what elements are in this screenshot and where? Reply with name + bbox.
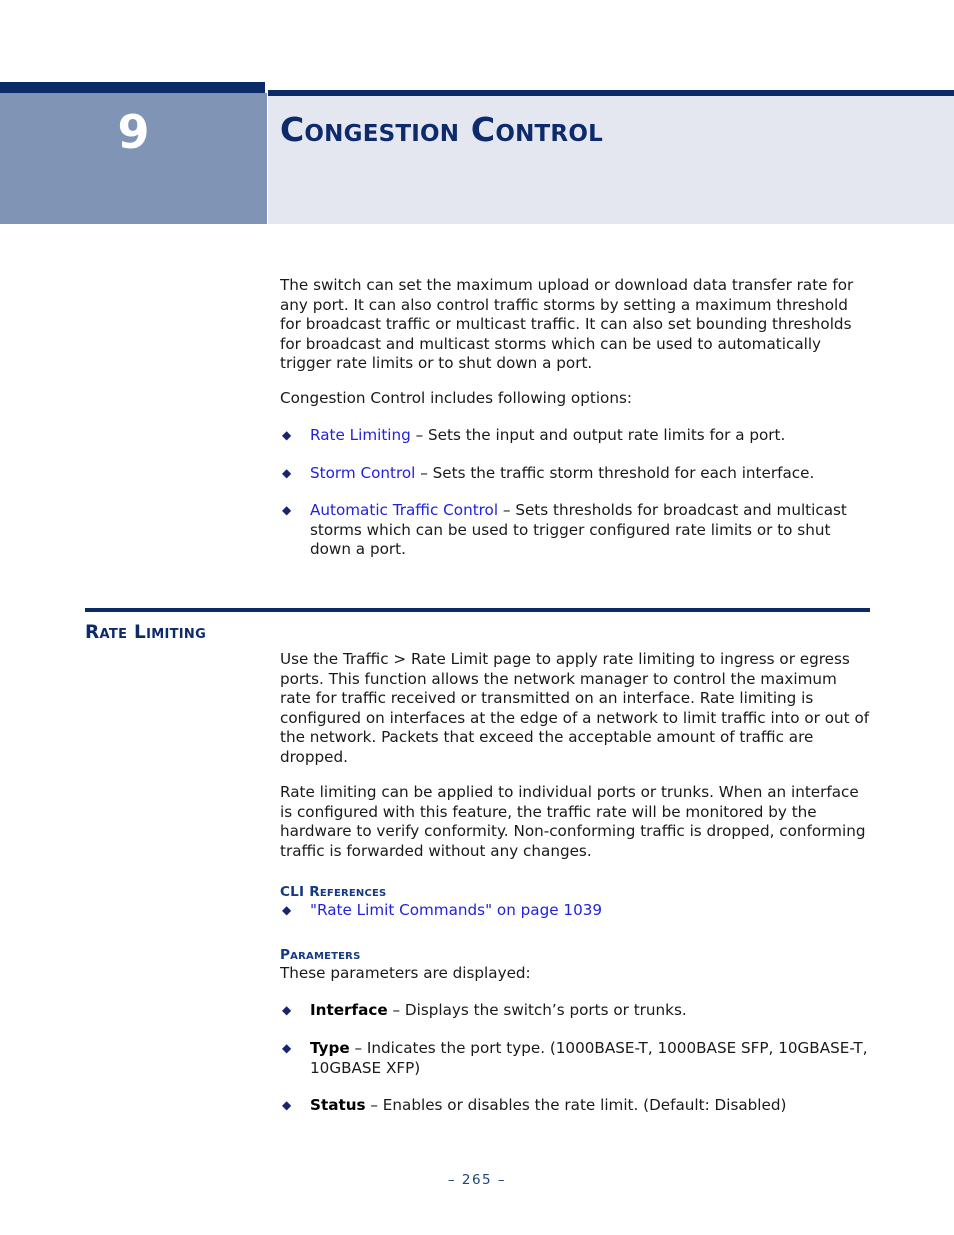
intro-paragraph-2: Congestion Control includes following op… [280,389,632,407]
parameters-intro: These parameters are displayed: [280,964,531,982]
list-item: ◆ Storm Control – Sets the traffic storm… [280,464,870,484]
list-item: ◆ Type – Indicates the port type. (1000B… [280,1039,870,1078]
list-item: ◆ Status – Enables or disables the rate … [280,1096,870,1116]
list-item: ◆ "Rate Limit Commands" on page 1039 [280,901,870,921]
intro-paragraph-2-container: Congestion Control includes following op… [280,389,870,409]
parameters-intro-container: These parameters are displayed: [280,964,870,984]
section-paragraph-2: Rate limiting can be applied to individu… [280,783,866,860]
parameter-term: Status [310,1096,366,1114]
chapter-header: 9 Congestion Control [0,82,954,224]
list-item: ◆ Rate Limiting – Sets the input and out… [280,426,870,446]
diamond-bullet-icon: ◆ [282,1041,292,1055]
parameter-description: – Enables or disables the rate limit. (D… [365,1096,787,1114]
section-heading-rate-limiting: Rate Limiting [85,622,207,643]
link-automatic-traffic-control[interactable]: Automatic Traffic Control [310,501,498,519]
parameter-item-status: ◆ Status – Enables or disables the rate … [280,1096,870,1116]
cli-references-list: ◆ "Rate Limit Commands" on page 1039 [280,901,870,921]
page-number: – 265 – [447,1172,507,1188]
header-rule-left [0,82,265,93]
link-rate-limiting[interactable]: Rate Limiting [310,426,411,444]
congestion-options-list-item-3: ◆ Automatic Traffic Control – Sets thres… [280,501,870,560]
chapter-title-box: Congestion Control [268,96,954,224]
section-paragraph-2-container: Rate limiting can be applied to individu… [280,783,870,861]
parameter-description: – Displays the switch’s ports or trunks. [387,1001,687,1019]
link-storm-control[interactable]: Storm Control [310,464,415,482]
link-rate-limit-commands[interactable]: "Rate Limit Commands" on page 1039 [310,901,602,919]
congestion-options-list-item-2: ◆ Storm Control – Sets the traffic storm… [280,464,870,484]
diamond-bullet-icon: ◆ [282,466,292,480]
section-divider-rule [85,608,870,612]
page-title: Congestion Control [280,110,603,149]
parameter-description: – Indicates the port type. (1000BASE-T, … [310,1039,868,1077]
parameter-term: Type [310,1039,350,1057]
intro-paragraph-1: The switch can set the maximum upload or… [280,276,854,373]
section-paragraph-1-container: Use the Traffic > Rate Limit page to app… [280,650,870,768]
parameter-item-type: ◆ Type – Indicates the port type. (1000B… [280,1039,870,1078]
intro-paragraph-1-container: The switch can set the maximum upload or… [280,276,870,374]
parameter-item-interface: ◆ Interface – Displays the switch’s port… [280,1001,870,1021]
section-paragraph-1: Use the Traffic > Rate Limit page to app… [280,650,870,766]
parameter-term: Interface [310,1001,388,1019]
list-item-description: – Sets the input and output rate limits … [410,426,786,444]
page-footer: – 265 – [0,1172,954,1188]
diamond-bullet-icon: ◆ [282,1003,292,1017]
subheading-parameters: Parameters [280,947,361,963]
diamond-bullet-icon: ◆ [282,428,292,442]
diamond-bullet-icon: ◆ [282,503,292,517]
subheading-cli-references: CLI References [280,884,387,900]
congestion-options-list: ◆ Rate Limiting – Sets the input and out… [280,426,870,446]
list-item-description: – Sets the traffic storm threshold for e… [415,464,815,482]
list-item: ◆ Interface – Displays the switch’s port… [280,1001,870,1021]
chapter-number: 9 [117,105,150,159]
chapter-number-box: 9 [0,93,267,224]
diamond-bullet-icon: ◆ [282,903,292,917]
list-item: ◆ Automatic Traffic Control – Sets thres… [280,501,870,560]
diamond-bullet-icon: ◆ [282,1098,292,1112]
